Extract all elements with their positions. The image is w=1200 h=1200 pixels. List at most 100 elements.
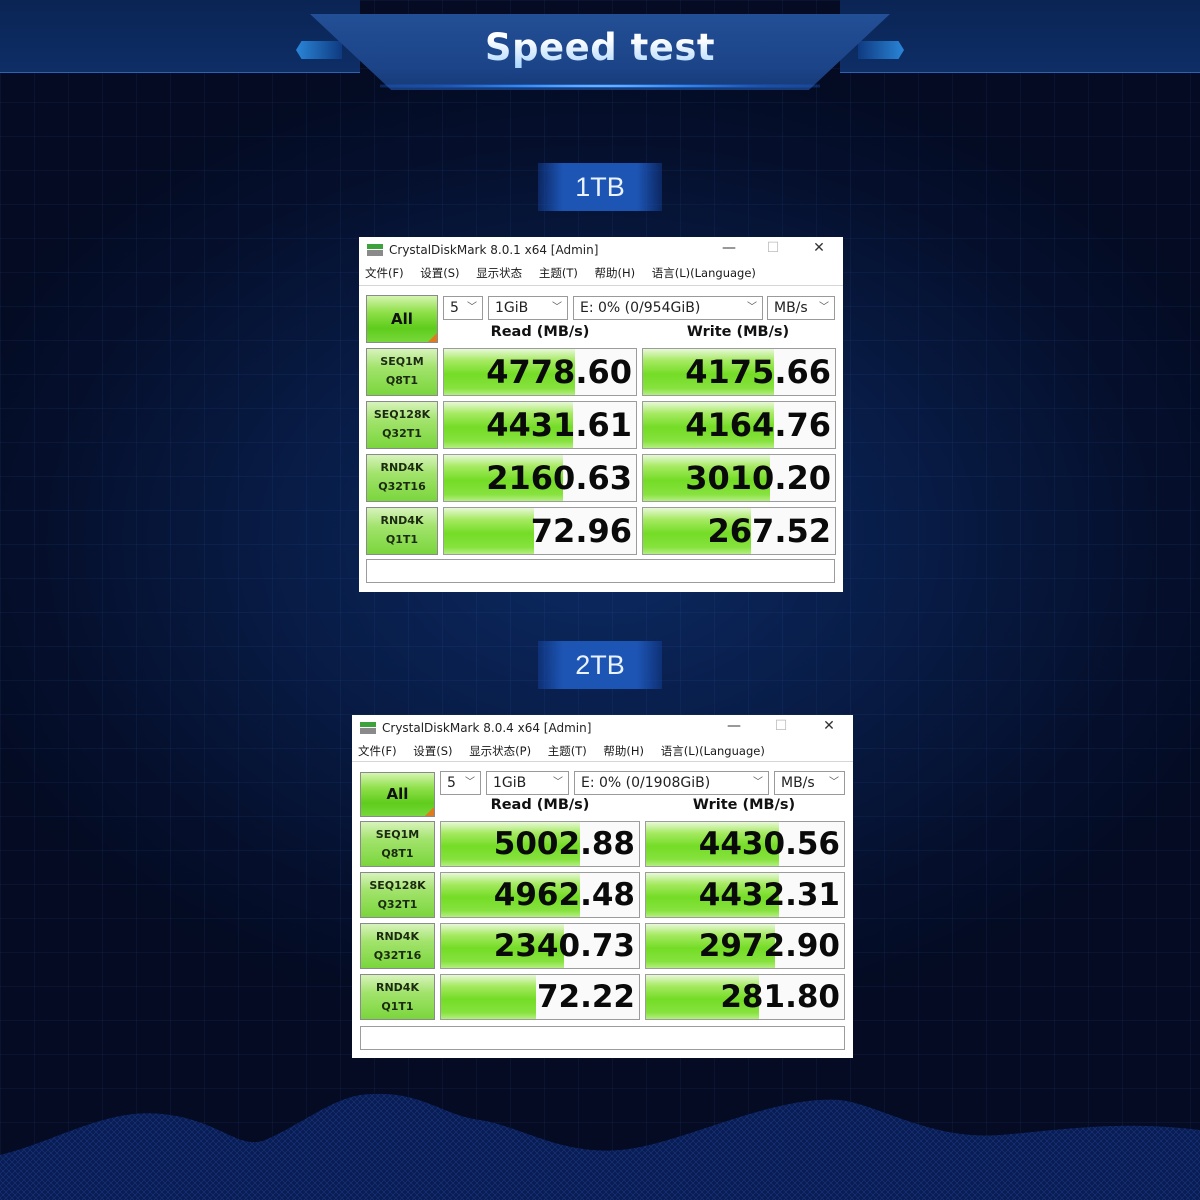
write-speed-value: 4175.66 [685,353,831,391]
test-name: SEQ1M [375,828,420,841]
test-params: Q1T1 [381,1000,414,1013]
unit-value: MB/s [774,300,808,316]
menu-bar: 文件(F) 设置(S) 显示状态 主题(T) 帮助(H) 语言(L)(Langu… [359,263,843,286]
menu-language[interactable]: 语言(L)(Language) [652,263,756,283]
menu-file[interactable]: 文件(F) [358,741,397,761]
chevron-down-icon: ﹀ [465,777,475,788]
window-title: CrystalDiskMark 8.0.4 x64 [Admin] [382,721,592,735]
menu-view[interactable]: 显示状态 [476,263,522,283]
menu-settings[interactable]: 设置(S) [420,263,459,283]
test-size-dropdown[interactable]: 1GiB ﹀ [486,771,569,795]
minimize-button[interactable]: — [714,718,754,738]
unit-dropdown[interactable]: MB/s ﹀ [767,296,835,320]
menu-theme[interactable]: 主题(T) [548,741,587,761]
write-speed-value: 3010.20 [685,459,831,497]
unit-dropdown[interactable]: MB/s ﹀ [774,771,845,795]
write-speed-value: 4164.76 [685,406,831,444]
test-name: SEQ128K [369,879,426,892]
cdm-window-1tb: CrystalDiskMark 8.0.1 x64 [Admin] — ☐ ✕ … [359,237,843,592]
read-speed-value: 5002.88 [493,826,635,862]
test-row-button[interactable]: SEQ1M Q8T1 [366,348,438,396]
read-result-cell: 72.96 [443,507,637,555]
read-result-cell: 2160.63 [443,454,637,502]
test-size-value: 1GiB [495,300,529,316]
unit-value: MB/s [781,775,815,791]
test-row-button[interactable]: SEQ128K Q32T1 [360,872,435,918]
menu-theme[interactable]: 主题(T) [539,263,578,283]
read-speed-value: 72.96 [530,512,632,550]
drive-value: E: 0% (0/1908GiB) [581,775,711,791]
test-count-dropdown[interactable]: 5 ﹀ [440,771,481,795]
test-count-dropdown[interactable]: 5 ﹀ [443,296,483,320]
close-button[interactable]: ✕ [809,718,849,738]
menu-file[interactable]: 文件(F) [365,263,404,283]
test-name: RND4K [376,981,419,994]
write-result-cell: 4432.31 [645,872,845,918]
menu-view[interactable]: 显示状态(P) [469,741,531,761]
menu-settings[interactable]: 设置(S) [413,741,452,761]
chevron-down-icon: ﹀ [829,777,839,788]
read-result-cell: 4778.60 [443,348,637,396]
write-result-cell: 4175.66 [642,348,836,396]
status-bar [366,559,835,583]
test-name: SEQ1M [380,355,424,368]
test-params: Q1T1 [385,533,419,546]
minimize-button[interactable]: — [709,240,749,260]
test-row-button[interactable]: RND4K Q1T1 [360,974,435,1020]
read-speed-value: 4431.61 [486,406,632,444]
cdm-window-2tb: CrystalDiskMark 8.0.4 x64 [Admin] — ☐ ✕ … [352,715,853,1058]
chevron-down-icon: ﹀ [819,302,829,313]
read-result-cell: 5002.88 [440,821,640,867]
test-params: Q32T16 [378,480,426,493]
test-row-button[interactable]: RND4K Q32T16 [366,454,438,502]
read-speed-value: 2340.73 [493,928,635,964]
read-speed-value: 72.22 [536,979,635,1015]
close-button[interactable]: ✕ [799,240,839,260]
all-button-corner-marker [428,333,437,342]
write-speed-value: 4430.56 [698,826,840,862]
maximize-button[interactable]: ☐ [753,240,793,260]
test-name: RND4K [380,461,424,474]
all-button-corner-marker [425,807,434,816]
crystaldiskmark-app-icon [367,244,383,257]
chevron-down-icon: ﹀ [753,777,763,788]
status-bar [360,1026,845,1050]
read-result-cell: 72.22 [440,974,640,1020]
window-titlebar: CrystalDiskMark 8.0.1 x64 [Admin] — ☐ ✕ [359,237,843,263]
test-count-value: 5 [447,775,456,791]
read-result-cell: 2340.73 [440,923,640,969]
test-row-button[interactable]: SEQ128K Q32T1 [366,401,438,449]
write-speed-value: 2972.90 [698,928,840,964]
chevron-down-icon: ﹀ [467,302,477,313]
chevron-down-icon: ﹀ [552,302,562,313]
drive-dropdown[interactable]: E: 0% (0/1908GiB) ﹀ [574,771,769,795]
wireframe-mountains [0,1093,1200,1200]
test-row-button[interactable]: RND4K Q1T1 [366,507,438,555]
test-row-button[interactable]: SEQ1M Q8T1 [360,821,435,867]
all-button[interactable]: All [366,295,438,343]
all-button-label: All [391,310,413,328]
capacity-label-2tb: 2TB [538,641,662,689]
test-name: RND4K [380,514,424,527]
test-params: Q32T1 [377,898,418,911]
window-title: CrystalDiskMark 8.0.1 x64 [Admin] [389,243,599,257]
drive-dropdown[interactable]: E: 0% (0/954GiB) ﹀ [573,296,763,320]
drive-value: E: 0% (0/954GiB) [580,300,701,316]
write-result-cell: 4430.56 [645,821,845,867]
test-row-button[interactable]: RND4K Q32T16 [360,923,435,969]
maximize-button[interactable]: ☐ [761,718,801,738]
read-speed-value: 2160.63 [486,459,632,497]
test-size-dropdown[interactable]: 1GiB ﹀ [488,296,568,320]
test-params: Q32T1 [382,427,422,440]
read-speed-value: 4778.60 [486,353,632,391]
test-name: SEQ128K [373,408,431,421]
write-result-cell: 281.80 [645,974,845,1020]
all-button[interactable]: All [360,772,435,817]
menu-help[interactable]: 帮助(H) [595,263,636,283]
write-result-cell: 2972.90 [645,923,845,969]
read-column-header: Read (MB/s) [490,797,590,813]
menu-language[interactable]: 语言(L)(Language) [661,741,765,761]
menu-help[interactable]: 帮助(H) [603,741,644,761]
read-column-header: Read (MB/s) [490,324,590,340]
all-button-label: All [386,785,409,803]
